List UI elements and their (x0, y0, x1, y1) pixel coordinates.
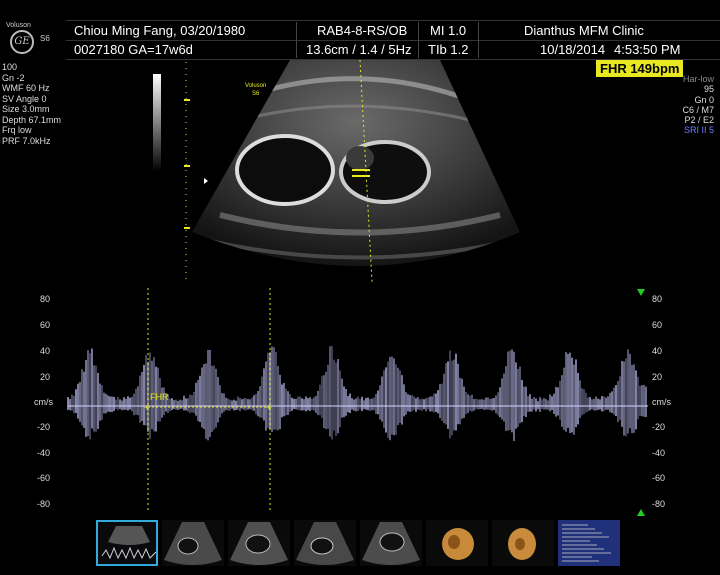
thumbnail-2d-1[interactable] (162, 520, 224, 566)
tick-label: 80 (40, 294, 50, 304)
probe-label: Voluson S6 (245, 82, 266, 98)
thumbnail-3d-1[interactable] (426, 520, 488, 566)
tick-label: 60 (40, 320, 50, 330)
thumbnail-3d-2[interactable] (492, 520, 554, 566)
tick-label: 20 (40, 372, 50, 382)
tick-label: -60 (37, 473, 50, 483)
fhr-measure-label: FHR (150, 392, 169, 402)
marker-bottom-icon (637, 509, 645, 516)
unit-label: cm/s (652, 397, 671, 407)
tick-label: -80 (37, 499, 50, 509)
tick-label: 80 (652, 294, 662, 304)
tick-label: -20 (652, 422, 665, 432)
unit-label: cm/s (34, 397, 53, 407)
probe-label-brand: Voluson (245, 82, 266, 90)
tick-label: 40 (652, 346, 662, 356)
svg-text:+: + (266, 403, 272, 414)
thumbnail-doppler[interactable] (96, 520, 158, 566)
thumbnail-report[interactable] (558, 520, 620, 566)
tick-label: 60 (652, 320, 662, 330)
tick-label: 40 (40, 346, 50, 356)
thumbnail-2d-2[interactable] (228, 520, 290, 566)
tick-label: -60 (652, 473, 665, 483)
tick-label: -80 (652, 499, 665, 509)
ultrasound-sector-image (0, 0, 720, 290)
tick-label: -20 (37, 422, 50, 432)
tick-label: -40 (37, 448, 50, 458)
probe-label-model: S6 (245, 90, 266, 98)
tick-label: -40 (652, 448, 665, 458)
tick-label: 20 (652, 372, 662, 382)
marker-top-icon (637, 289, 645, 296)
thumbnail-2d-4[interactable] (360, 520, 422, 566)
svg-text:+: + (144, 403, 150, 414)
thumbnail-2d-3[interactable] (294, 520, 356, 566)
doppler-spectrum: + + FHR (0, 288, 720, 518)
